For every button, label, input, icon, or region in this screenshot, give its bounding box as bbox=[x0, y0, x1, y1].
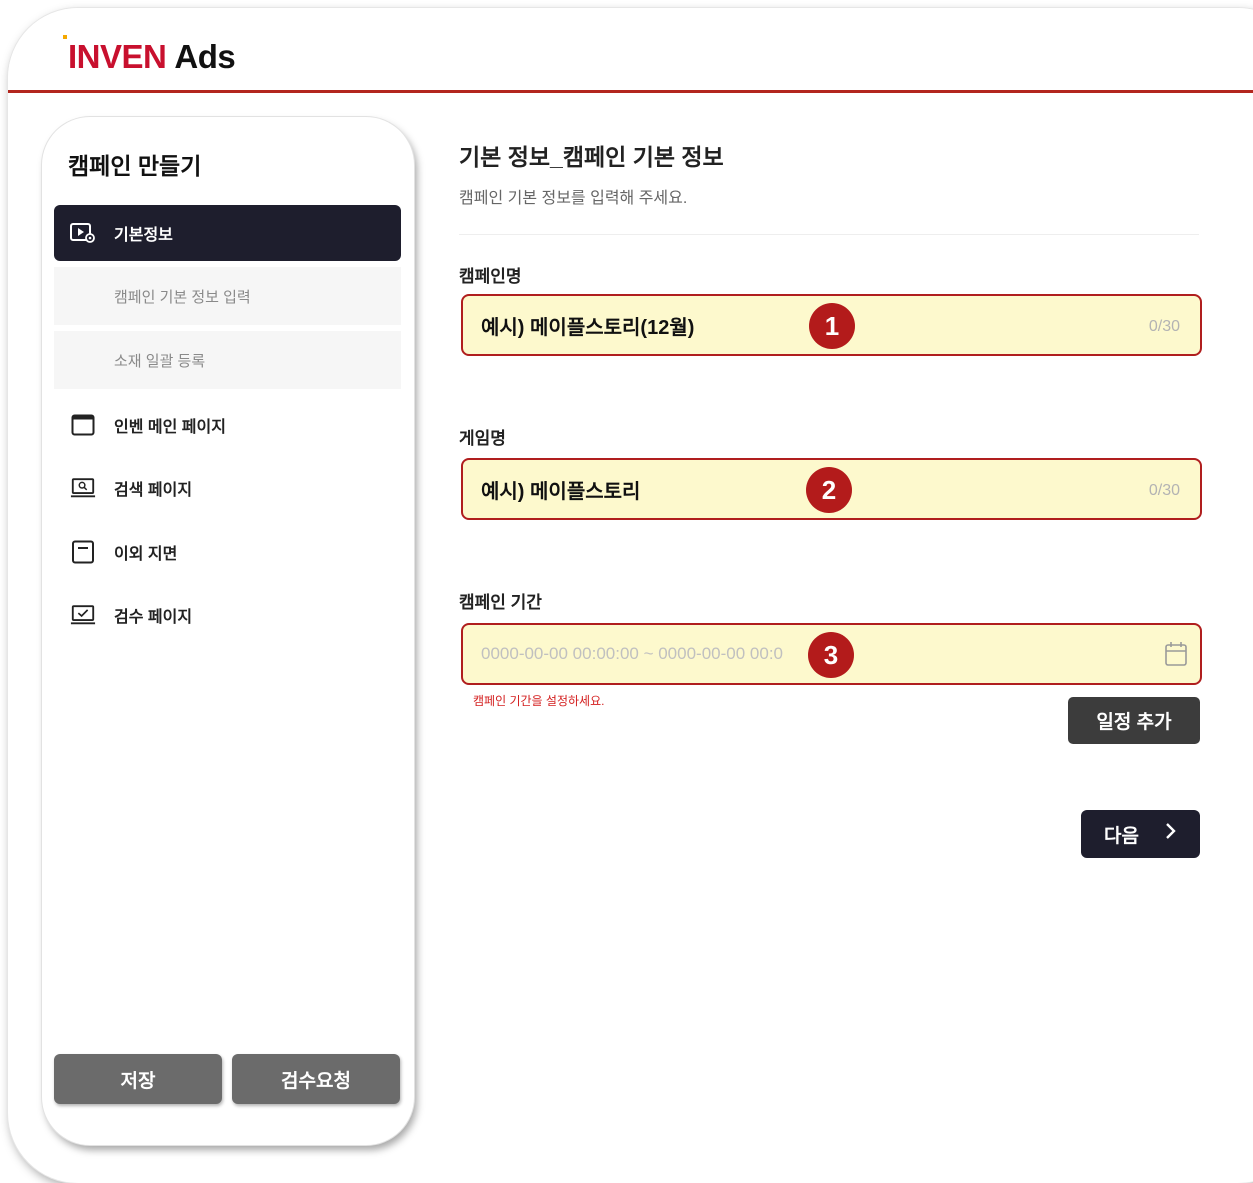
divider bbox=[459, 234, 1199, 235]
char-counter: 0/30 bbox=[1148, 318, 1180, 335]
period-error-message: 캠페인 기간을 설정하세요. bbox=[473, 694, 605, 708]
campaign-period-label: 캠페인 기간 bbox=[459, 593, 542, 612]
annotation-badge-3: 3 bbox=[808, 632, 854, 678]
header: INVEN Ads bbox=[8, 8, 1253, 93]
calendar-icon[interactable] bbox=[1164, 641, 1188, 672]
next-button[interactable]: 다음 bbox=[1081, 810, 1200, 858]
game-name-input[interactable] bbox=[481, 460, 1081, 518]
logo[interactable]: INVEN Ads bbox=[68, 38, 236, 76]
campaign-period-input[interactable] bbox=[481, 625, 1081, 683]
sidebar-item-label: 이외 지면 bbox=[114, 546, 178, 563]
sidebar-item-other-pages[interactable]: 이외 지면 bbox=[54, 524, 401, 580]
page-icon bbox=[70, 540, 96, 564]
sidebar-title: 캠페인 만들기 bbox=[68, 153, 202, 179]
sidebar-item-label: 인벤 메인 페이지 bbox=[114, 419, 226, 436]
sidebar-item-search-page[interactable]: 검색 페이지 bbox=[54, 460, 401, 516]
page-subtitle: 캠페인 기본 정보를 입력해 주세요. bbox=[459, 190, 688, 207]
char-counter: 0/30 bbox=[1148, 482, 1180, 499]
sidebar-item-label: 기본정보 bbox=[114, 227, 173, 244]
sidebar-subitem-bulk-register[interactable]: 소재 일괄 등록 bbox=[54, 331, 401, 389]
campaign-name-label: 캠페인명 bbox=[459, 267, 522, 286]
annotation-badge-2: 2 bbox=[806, 467, 852, 513]
sidebar-subitem-campaign-info[interactable]: 캠페인 기본 정보 입력 bbox=[54, 267, 401, 325]
sidebar-item-label: 검수 페이지 bbox=[114, 609, 193, 626]
annotation-badge-1: 1 bbox=[809, 303, 855, 349]
sidebar: 캠페인 만들기 기본정보 캠페인 기본 정보 입력 소재 일괄 등록 인벤 메인… bbox=[42, 117, 414, 1145]
check-screen-icon bbox=[70, 603, 96, 627]
next-label: 다음 bbox=[1104, 825, 1139, 847]
sidebar-item-inven-main[interactable]: 인벤 메인 페이지 bbox=[54, 397, 401, 453]
save-button[interactable]: 저장 bbox=[54, 1054, 222, 1104]
window-icon bbox=[70, 413, 96, 437]
play-settings-icon bbox=[70, 221, 96, 245]
campaign-name-input[interactable] bbox=[481, 296, 1081, 354]
sidebar-item-basic-info[interactable]: 기본정보 bbox=[54, 205, 401, 261]
logo-brand: INVEN bbox=[68, 38, 167, 75]
request-review-button[interactable]: 검수요청 bbox=[232, 1054, 400, 1104]
sidebar-item-label: 검색 페이지 bbox=[114, 482, 193, 499]
page-title: 기본 정보_캠페인 기본 정보 bbox=[459, 144, 724, 170]
add-schedule-button[interactable]: 일정 추가 bbox=[1068, 697, 1200, 744]
logo-suffix: Ads bbox=[174, 38, 236, 75]
chevron-right-icon bbox=[1165, 822, 1177, 846]
sidebar-item-review-page[interactable]: 검수 페이지 bbox=[54, 587, 401, 643]
game-name-label: 게임명 bbox=[459, 429, 506, 448]
search-screen-icon bbox=[70, 476, 96, 500]
